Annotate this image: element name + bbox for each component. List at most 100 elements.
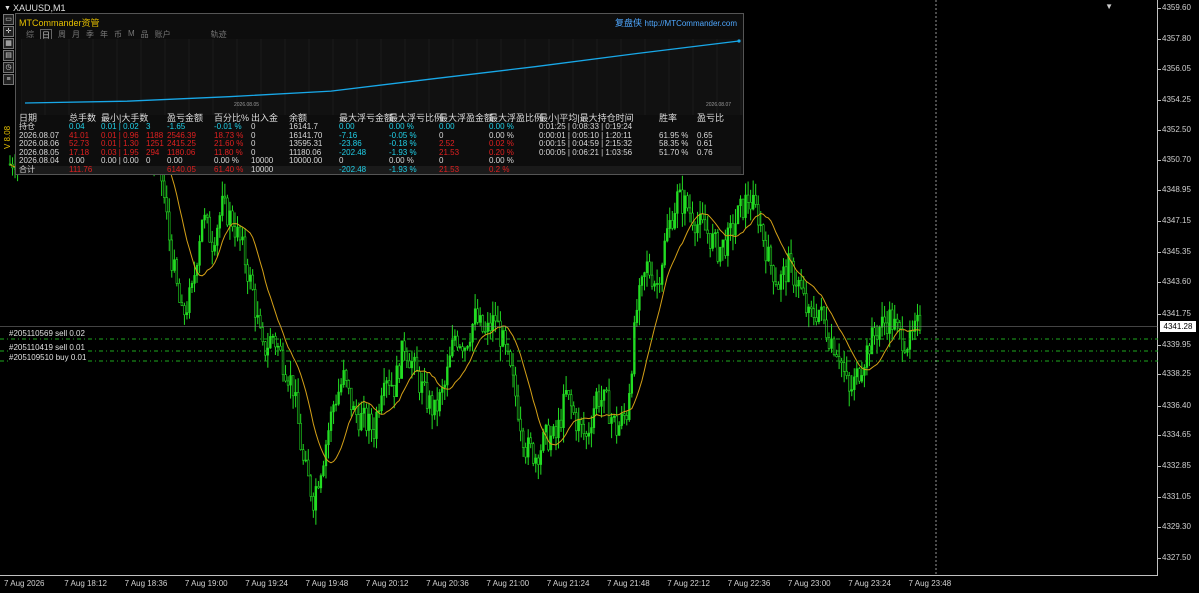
candle-body bbox=[865, 345, 869, 368]
panel-brand-right[interactable]: 复盘侠 http://MTCommander.com bbox=[615, 16, 737, 29]
chart-shift-marker-icon: ▼ bbox=[1105, 2, 1113, 11]
candle-body bbox=[398, 365, 401, 379]
price-tick-label: 4329.30 bbox=[1158, 522, 1191, 532]
candle-body bbox=[309, 475, 312, 497]
minimize-icon[interactable]: ▭ bbox=[3, 14, 14, 25]
candle-body bbox=[815, 317, 818, 323]
candle-body bbox=[888, 309, 891, 334]
candle-body bbox=[729, 223, 732, 229]
list-icon[interactable]: ≡ bbox=[3, 74, 14, 85]
chart-icon[interactable]: ▤ bbox=[3, 50, 14, 61]
candle-body bbox=[858, 368, 861, 382]
candle-body bbox=[405, 351, 409, 361]
candle-body bbox=[777, 284, 780, 290]
grid-icon[interactable]: ▦ bbox=[3, 38, 14, 49]
candle-body bbox=[385, 380, 388, 384]
candle-body bbox=[822, 306, 826, 321]
stats-total-cell: 合计 bbox=[19, 164, 35, 174]
candle-body bbox=[769, 246, 773, 266]
candle-body bbox=[438, 392, 441, 412]
time-tick-label: 7 Aug 19:24 bbox=[245, 579, 288, 588]
candle-body bbox=[820, 306, 823, 311]
stats-column-header: 盈亏比 bbox=[697, 113, 725, 123]
candle-body bbox=[473, 308, 477, 325]
order-label[interactable]: #205110419 sell 0.01 bbox=[8, 343, 86, 352]
candle-body bbox=[698, 213, 702, 225]
time-tick-label: 7 Aug 21:48 bbox=[607, 579, 650, 588]
candle-body bbox=[749, 201, 752, 210]
candle-body bbox=[453, 335, 457, 341]
candle-body bbox=[848, 375, 851, 392]
stats-cell: -202.48 bbox=[339, 147, 367, 157]
candle-body bbox=[837, 356, 841, 362]
candle-body bbox=[521, 430, 525, 448]
candle-body bbox=[559, 419, 563, 428]
candle-body bbox=[842, 362, 846, 372]
candle-body bbox=[339, 384, 343, 393]
stats-total-cell: 6140.05 bbox=[167, 164, 196, 174]
candle-body bbox=[660, 264, 664, 285]
candle-body bbox=[542, 431, 545, 451]
dropdown-triangle-icon: ▼ bbox=[4, 4, 11, 12]
candle-body bbox=[739, 198, 742, 207]
candle-body bbox=[666, 228, 669, 242]
equity-x-label-start: 2026.08.05 bbox=[234, 102, 260, 108]
candle-body bbox=[587, 432, 591, 437]
candle-body bbox=[686, 195, 689, 209]
candle-body bbox=[610, 417, 613, 424]
candle-body bbox=[337, 391, 340, 405]
order-label[interactable]: #205110569 sell 0.02 bbox=[8, 329, 86, 338]
candle-body bbox=[496, 320, 500, 323]
candle-body bbox=[420, 381, 424, 393]
candle-body bbox=[741, 198, 745, 218]
candle-body bbox=[380, 395, 383, 412]
candle-body bbox=[254, 289, 257, 318]
candle-body bbox=[840, 360, 843, 364]
candle-body bbox=[855, 368, 858, 378]
price-tick-label: 4343.60 bbox=[1158, 277, 1191, 287]
candle-body bbox=[463, 347, 467, 352]
candle-body bbox=[572, 405, 575, 413]
candle-body bbox=[832, 338, 836, 355]
candle-body bbox=[767, 246, 770, 262]
candle-body bbox=[223, 195, 227, 199]
candle-body bbox=[410, 361, 414, 369]
order-label[interactable]: #205109510 buy 0.01 bbox=[8, 353, 88, 362]
price-tick-label: 4339.95 bbox=[1158, 339, 1191, 349]
candle-body bbox=[365, 407, 368, 431]
mtcommander-panel[interactable]: MTCommander资管 复盘侠 http://MTCommander.com… bbox=[15, 13, 744, 175]
stats-total-cell: 21.53 bbox=[439, 164, 460, 174]
candle-body bbox=[264, 341, 267, 356]
candle-body bbox=[372, 429, 376, 439]
candle-body bbox=[683, 195, 687, 214]
candle-body bbox=[805, 293, 808, 314]
candle-body bbox=[491, 315, 494, 331]
panel-site-link[interactable]: http://MTCommander.com bbox=[645, 19, 737, 28]
candle-body bbox=[562, 393, 565, 428]
candle-body bbox=[618, 425, 621, 436]
candle-body bbox=[719, 246, 722, 262]
candle-body bbox=[504, 330, 507, 345]
candle-body bbox=[208, 216, 211, 243]
candle-body bbox=[744, 194, 747, 218]
price-tick-label: 4336.40 bbox=[1158, 400, 1191, 410]
timer-icon[interactable]: ◷ bbox=[3, 62, 14, 73]
cross-icon[interactable]: ✛ bbox=[3, 26, 14, 37]
candle-body bbox=[860, 375, 864, 382]
candle-body bbox=[620, 413, 623, 426]
candle-body bbox=[575, 412, 578, 432]
stats-cell: 0:00:05 | 0:06:21 | 1:03:56 bbox=[539, 147, 633, 157]
candle-body bbox=[650, 274, 654, 287]
candle-body bbox=[577, 419, 580, 432]
time-axis[interactable]: 7 Aug 2026 7 Aug 18:12 7 Aug 18:36 7 Aug 19… bbox=[0, 576, 1158, 593]
price-axis[interactable]: 4359.60 4357.80 4356.05 4354.25 4352.50 4350.… bbox=[1158, 0, 1199, 576]
candle-body bbox=[612, 415, 616, 418]
stats-total-cell: -1.93 % bbox=[389, 164, 417, 174]
candle-body bbox=[347, 380, 350, 389]
candle-body bbox=[638, 285, 641, 311]
candle-body bbox=[544, 424, 548, 433]
stats-cell: 0.00 | 0.00 bbox=[101, 156, 139, 165]
candle-body bbox=[241, 236, 244, 241]
price-tick-label: 4354.25 bbox=[1158, 94, 1191, 104]
candle-body bbox=[466, 345, 469, 349]
